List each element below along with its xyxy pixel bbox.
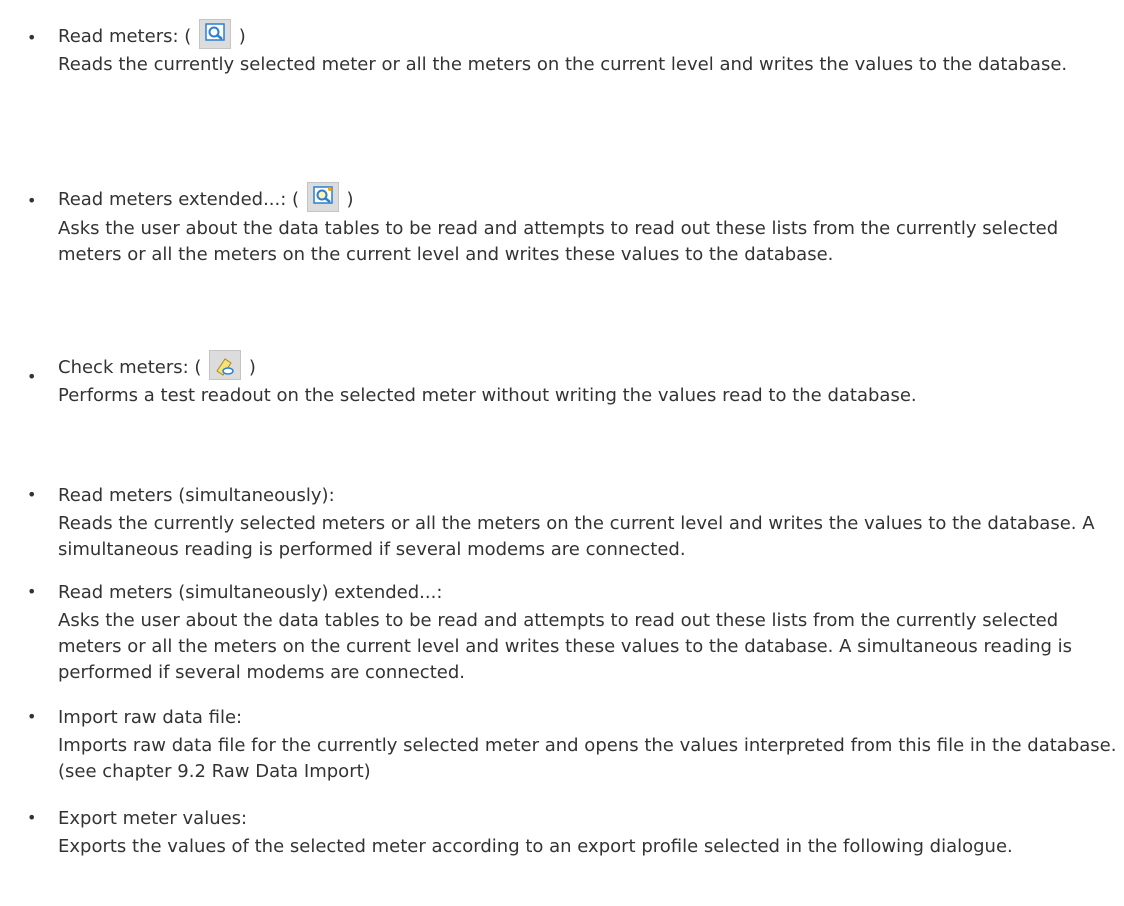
read-meters-extended-icon bbox=[306, 182, 339, 212]
item-title: Read meters: ( ) bbox=[58, 19, 246, 52]
bullet: • bbox=[27, 707, 37, 726]
bullet: • bbox=[27, 485, 37, 504]
item-title-suffix: ) bbox=[340, 189, 354, 210]
check-meters-icon bbox=[209, 350, 242, 380]
item-description: Exports the values of the selected meter… bbox=[58, 836, 1013, 857]
read-meters-icon bbox=[199, 19, 231, 49]
item-title: Read meters (simultaneously): bbox=[58, 485, 335, 506]
item-description: Asks the user about the data tables to b… bbox=[58, 218, 1059, 265]
item-title: Import raw data file: bbox=[58, 707, 243, 728]
item-title: Read meters extended...: ( ) bbox=[58, 182, 354, 215]
item-title: Read meters (simultaneously) extended...… bbox=[58, 582, 443, 603]
bullet: • bbox=[27, 367, 37, 386]
item-description: Reads the currently selected meters or a… bbox=[58, 513, 1095, 560]
item-description: Imports raw data file for the currently … bbox=[58, 735, 1117, 782]
item-title-prefix: Read meters extended...: ( bbox=[58, 189, 305, 210]
item-description: Performs a test readout on the selected … bbox=[58, 385, 917, 406]
item-title-prefix: Read meters: ( bbox=[58, 26, 197, 47]
item-title-suffix: ) bbox=[243, 357, 256, 378]
item-title-suffix: ) bbox=[233, 26, 246, 47]
bullet: • bbox=[27, 808, 37, 827]
bullet: • bbox=[27, 28, 37, 47]
bullet: • bbox=[27, 582, 37, 601]
item-description: Asks the user about the data tables to b… bbox=[58, 610, 1073, 683]
item-title: Check meters: ( ) bbox=[58, 350, 256, 383]
item-description: Reads the currently selected meter or al… bbox=[58, 54, 1068, 75]
item-title-prefix: Check meters: ( bbox=[58, 357, 208, 378]
bullet: • bbox=[27, 191, 37, 210]
item-title: Export meter values: bbox=[58, 808, 248, 829]
